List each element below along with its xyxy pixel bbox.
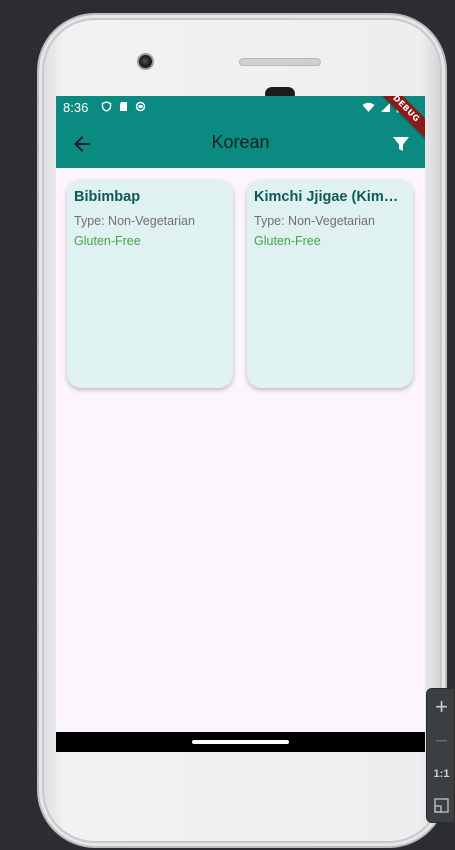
status-bar: 8:36	[56, 96, 425, 120]
wifi-icon	[362, 101, 375, 116]
earpiece-speaker	[239, 58, 321, 66]
sync-icon	[135, 100, 146, 112]
home-gesture-handle[interactable]	[192, 740, 289, 744]
status-time: 8:36	[63, 100, 89, 115]
meal-tag: Gluten-Free	[254, 234, 321, 248]
fit-to-screen-button[interactable]	[427, 791, 455, 821]
actual-size-button[interactable]: 1:1	[427, 759, 455, 789]
meal-title: Bibimbap	[74, 189, 141, 205]
meal-card[interactable]: Kimchi Jjigae (Kimchi Stew) Type: Non-Ve…	[247, 180, 413, 388]
device-screen: 8:36 Korean DEBUG Bibimbap Type: Non-Veg…	[56, 96, 425, 752]
front-camera	[137, 53, 154, 70]
signal-icon	[380, 101, 391, 116]
meal-grid: Bibimbap Type: Non-Vegetarian Gluten-Fre…	[67, 180, 414, 388]
meal-type: Type: Non-Vegetarian	[254, 214, 375, 228]
app-bar: Korean	[56, 120, 425, 168]
zoom-in-button[interactable]: +	[427, 692, 455, 722]
page-title: Korean	[211, 132, 270, 152]
navigation-bar	[56, 732, 425, 752]
filter-button[interactable]	[389, 132, 413, 156]
fit-screen-icon	[434, 798, 449, 813]
zoom-out-button[interactable]: −	[427, 726, 455, 756]
meal-title: Kimchi Jjigae (Kimchi Stew)	[254, 189, 406, 205]
minus-icon: −	[435, 728, 448, 753]
filter-icon	[393, 137, 409, 151]
shield-icon	[101, 100, 112, 112]
plus-icon: +	[435, 694, 448, 719]
meal-tag: Gluten-Free	[74, 234, 141, 248]
sd-card-icon	[118, 100, 129, 111]
meal-type: Type: Non-Vegetarian	[74, 214, 195, 228]
status-notification-icons	[101, 100, 146, 112]
meal-card[interactable]: Bibimbap Type: Non-Vegetarian Gluten-Fre…	[67, 180, 233, 388]
emulator-zoom-panel: + − 1:1	[426, 688, 455, 823]
